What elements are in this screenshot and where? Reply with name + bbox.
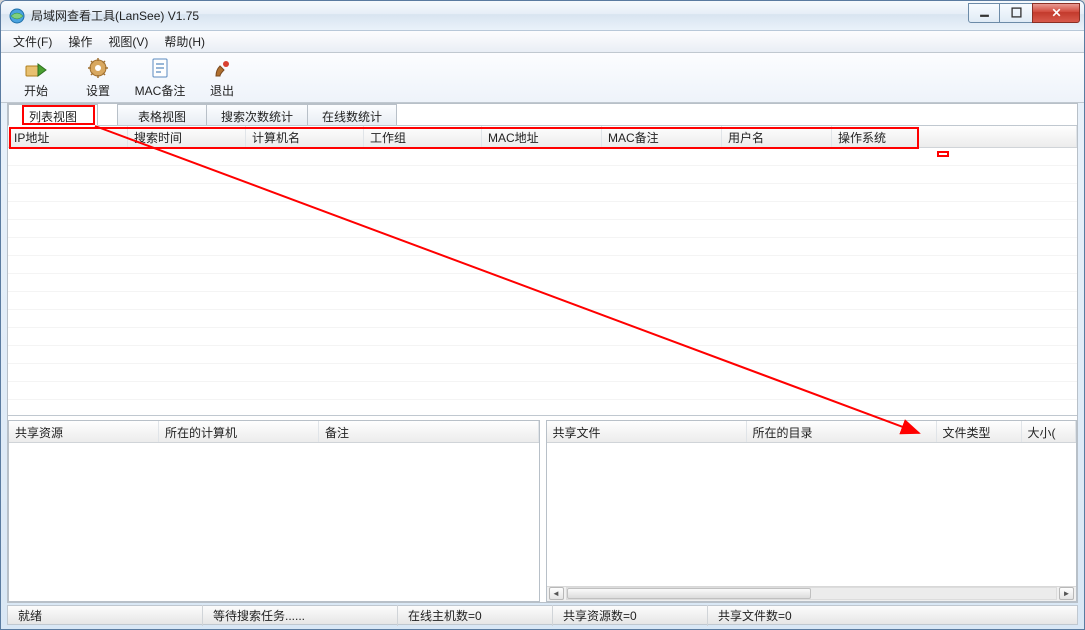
table-row [8,400,1077,415]
table-row [8,292,1077,310]
table-row [8,256,1077,274]
col-search-time[interactable]: 搜索时间 [128,126,246,147]
titlebar: 局域网查看工具(LanSee) V1.75 [1,1,1084,31]
upper-list: IP地址 搜索时间 计算机名 工作组 MAC地址 MAC备注 用户名 操作系统 [8,126,1077,416]
scroll-left-icon[interactable]: ◄ [549,587,564,600]
col-source-computer[interactable]: 所在的计算机 [159,421,319,442]
mac-note-label: MAC备注 [135,82,186,99]
share-resource-pane: 共享资源 所在的计算机 备注 [8,420,540,602]
table-row [8,328,1077,346]
window-controls [968,3,1080,23]
table-row [8,148,1077,166]
tab-table-view[interactable]: 表格视图 [117,104,207,125]
col-remark[interactable]: 备注 [319,421,539,442]
start-button[interactable]: 开始 [5,55,67,101]
lower-area: 共享资源 所在的计算机 备注 共享文件 所在的目录 文件类型 大小( ◄ ► [8,416,1077,602]
tab-search-stats[interactable]: 搜索次数统计 [206,104,308,125]
right-pane-hscroll[interactable]: ◄ ► [547,586,1077,601]
col-ip[interactable]: IP地址 [8,126,128,147]
scroll-right-icon[interactable]: ► [1059,587,1074,600]
table-row [8,346,1077,364]
app-window: 局域网查看工具(LanSee) V1.75 文件(F) 操作 视图(V) 帮助(… [0,0,1085,630]
col-share-resource[interactable]: 共享资源 [9,421,159,442]
table-row [8,274,1077,292]
status-waiting: 等待搜索任务...... [203,605,398,626]
scroll-track[interactable] [566,587,1058,600]
start-label: 开始 [24,82,48,99]
col-workgroup[interactable]: 工作组 [364,126,482,147]
left-pane-header: 共享资源 所在的计算机 备注 [9,421,539,443]
col-size[interactable]: 大小( [1022,421,1077,442]
minimize-button[interactable] [968,3,1000,23]
document-icon [148,56,172,80]
upper-list-header: IP地址 搜索时间 计算机名 工作组 MAC地址 MAC备注 用户名 操作系统 [8,126,1077,148]
col-mac[interactable]: MAC地址 [482,126,602,147]
col-share-file[interactable]: 共享文件 [547,421,747,442]
table-row [8,166,1077,184]
table-row [8,364,1077,382]
status-share-files: 共享文件数=0 [708,605,1077,626]
col-os[interactable]: 操作系统 [832,126,1077,147]
tab-online-stats[interactable]: 在线数统计 [307,104,397,125]
table-row [8,310,1077,328]
col-computer[interactable]: 计算机名 [246,126,364,147]
menu-help[interactable]: 帮助(H) [156,31,213,52]
status-online-hosts: 在线主机数=0 [398,605,553,626]
menu-operate[interactable]: 操作 [60,31,100,52]
left-pane-body[interactable] [9,443,539,601]
app-icon [9,8,25,24]
col-file-type[interactable]: 文件类型 [937,421,1022,442]
toolbar: 开始 设置 MAC备注 退出 [1,53,1084,103]
settings-button[interactable]: 设置 [67,55,129,101]
upper-list-body[interactable] [8,148,1077,415]
scroll-thumb[interactable] [567,588,812,599]
gear-icon [86,56,110,80]
exit-icon [210,56,234,80]
right-pane-header: 共享文件 所在的目录 文件类型 大小( [547,421,1077,443]
statusbar: 就绪 等待搜索任务...... 在线主机数=0 共享资源数=0 共享文件数=0 [7,605,1078,625]
table-row [8,202,1077,220]
table-row [8,238,1077,256]
tab-list-view[interactable]: 列表视图 [8,104,98,126]
tabstrip: 列表视图 表格视图 搜索次数统计 在线数统计 [8,104,1077,126]
menu-view[interactable]: 视图(V) [100,31,156,52]
client-area: 列表视图 表格视图 搜索次数统计 在线数统计 IP地址 搜索时间 计算机名 工作… [7,103,1078,603]
maximize-button[interactable] [1000,3,1032,23]
exit-label: 退出 [210,82,234,99]
table-row [8,220,1077,238]
col-mac-note[interactable]: MAC备注 [602,126,722,147]
menu-file[interactable]: 文件(F) [5,31,60,52]
window-title: 局域网查看工具(LanSee) V1.75 [31,7,968,24]
share-file-pane: 共享文件 所在的目录 文件类型 大小( ◄ ► [546,420,1078,602]
col-dir[interactable]: 所在的目录 [747,421,937,442]
table-row [8,184,1077,202]
mac-note-button[interactable]: MAC备注 [129,55,191,101]
status-share-res: 共享资源数=0 [553,605,708,626]
table-row [8,382,1077,400]
col-username[interactable]: 用户名 [722,126,832,147]
right-pane-body[interactable] [547,443,1077,586]
menubar: 文件(F) 操作 视图(V) 帮助(H) [1,31,1084,53]
exit-button[interactable]: 退出 [191,55,253,101]
settings-label: 设置 [86,82,110,99]
play-icon [24,56,48,80]
close-button[interactable] [1032,3,1080,23]
status-ready: 就绪 [8,605,203,626]
